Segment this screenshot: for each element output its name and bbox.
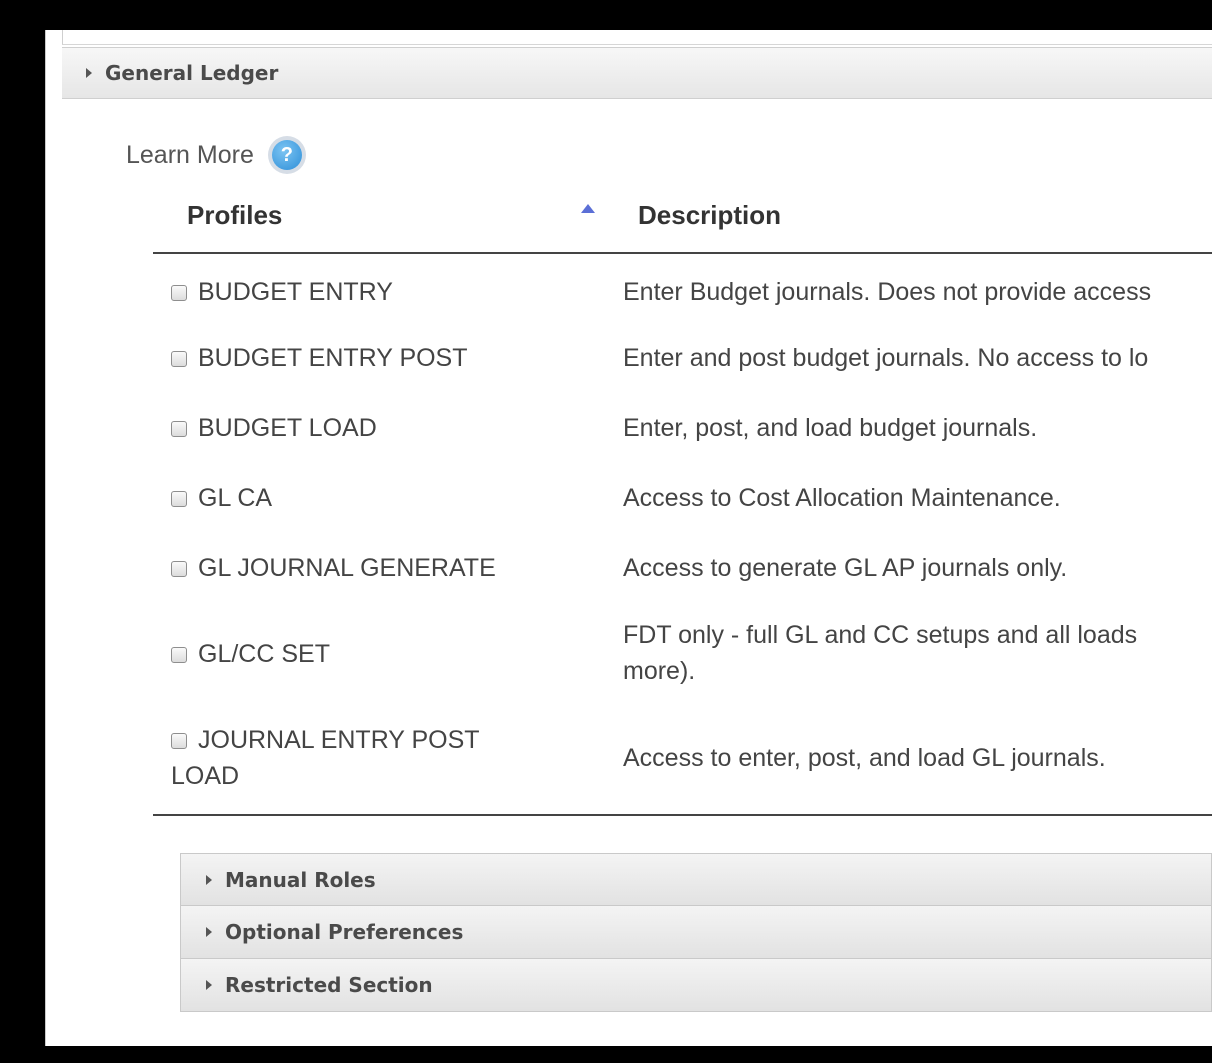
- table-row: JOURNAL ENTRY POST LOAD Access to enter,…: [153, 704, 1212, 814]
- profiles-table: Profiles Description BUDGET ENTRY Enter …: [153, 190, 1212, 816]
- profile-cell: GL/CC SET: [171, 636, 551, 672]
- learn-more-label[interactable]: Learn More: [126, 141, 254, 170]
- profile-cell: BUDGET ENTRY POST: [171, 340, 551, 376]
- table-row: GL JOURNAL GENERATE Access to generate G…: [153, 534, 1212, 604]
- profile-cell: BUDGET ENTRY: [171, 274, 551, 310]
- section-title: General Ledger: [105, 61, 279, 85]
- profile-checkbox[interactable]: [171, 285, 187, 301]
- table-row: BUDGET ENTRY Enter Budget journals. Does…: [153, 254, 1212, 324]
- sort-asc-icon[interactable]: [581, 204, 595, 213]
- table-row: BUDGET ENTRY POST Enter and post budget …: [153, 324, 1212, 394]
- profile-checkbox[interactable]: [171, 561, 187, 577]
- description-cell: FDT only - full GL and CC setups and all…: [623, 621, 1138, 685]
- column-header-profiles[interactable]: Profiles: [187, 200, 282, 231]
- profile-name: BUDGET ENTRY POST: [198, 344, 468, 372]
- profile-checkbox[interactable]: [171, 733, 187, 749]
- description-cell: Access to enter, post, and load GL journ…: [623, 744, 1106, 772]
- caret-right-icon: [206, 874, 212, 885]
- optional-preferences-section-header[interactable]: Optional Preferences: [180, 906, 1212, 959]
- profile-checkbox[interactable]: [171, 491, 187, 507]
- column-header-description[interactable]: Description: [638, 200, 781, 231]
- restricted-section-header[interactable]: Restricted Section: [180, 959, 1212, 1012]
- subsection-title: Optional Preferences: [225, 920, 464, 944]
- profile-name: BUDGET ENTRY: [198, 278, 393, 306]
- description-cell: Access to Cost Allocation Maintenance.: [623, 484, 1061, 512]
- caret-right-icon: [206, 927, 212, 937]
- manual-roles-section-header[interactable]: Manual Roles: [180, 853, 1212, 906]
- help-icon-glyph: ?: [271, 140, 302, 170]
- profile-name: GL CA: [198, 484, 273, 512]
- caret-right-icon: [86, 68, 92, 78]
- profile-checkbox[interactable]: [171, 647, 187, 663]
- profile-name: GL/CC SET: [198, 640, 330, 668]
- table-row: GL/CC SET FDT only - full GL and CC setu…: [153, 604, 1212, 704]
- table-body: BUDGET ENTRY Enter Budget journals. Does…: [153, 254, 1212, 816]
- description-cell: Enter, post, and load budget journals.: [623, 414, 1038, 442]
- profile-checkbox[interactable]: [171, 421, 187, 437]
- profile-cell: JOURNAL ENTRY POST LOAD: [171, 722, 531, 794]
- profile-checkbox[interactable]: [171, 351, 187, 367]
- subsection-title: Restricted Section: [225, 973, 433, 997]
- table-header-row: Profiles Description: [153, 190, 1212, 254]
- general-ledger-section-header[interactable]: General Ledger: [62, 47, 1212, 99]
- learn-more[interactable]: Learn More ?: [126, 136, 306, 174]
- subsection-title: Manual Roles: [225, 867, 376, 892]
- previous-section-bottom: [62, 30, 1212, 45]
- profile-cell: GL CA: [171, 480, 551, 516]
- description-cell: Enter Budget journals. Does not provide …: [623, 278, 1152, 306]
- caret-right-icon: [206, 980, 212, 990]
- profile-name: JOURNAL ENTRY POST LOAD: [171, 726, 480, 790]
- description-cell: Access to generate GL AP journals only.: [623, 554, 1068, 582]
- subsection-list: Manual Roles Optional Preferences Restri…: [180, 853, 1212, 1012]
- table-row: BUDGET LOAD Enter, post, and load budget…: [153, 394, 1212, 464]
- profile-cell: BUDGET LOAD: [171, 410, 551, 446]
- description-cell: Enter and post budget journals. No acces…: [623, 344, 1149, 372]
- profile-cell: GL JOURNAL GENERATE: [171, 550, 551, 586]
- profile-name: GL JOURNAL GENERATE: [198, 554, 496, 582]
- table-row: GL CA Access to Cost Allocation Maintena…: [153, 464, 1212, 534]
- profile-name: BUDGET LOAD: [198, 414, 377, 442]
- help-icon[interactable]: ?: [267, 136, 306, 174]
